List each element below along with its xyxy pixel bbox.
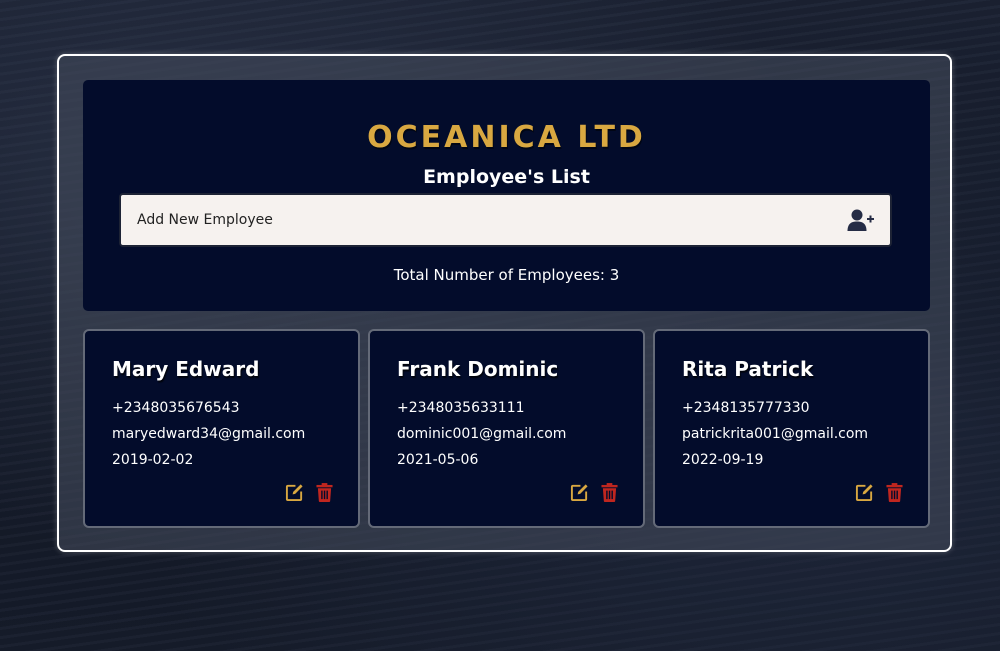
card-actions: [854, 482, 904, 502]
employee-phone: +2348135777330: [682, 400, 810, 416]
edit-icon[interactable]: [854, 482, 874, 502]
employee-name: Frank Dominic: [397, 357, 559, 381]
employee-email: patrickrita001@gmail.com: [682, 426, 869, 442]
employee-email: dominic001@gmail.com: [397, 426, 567, 442]
employee-name: Rita Patrick: [682, 357, 814, 381]
user-plus-icon[interactable]: [846, 207, 876, 233]
employee-count: Total Number of Employees: 3: [393, 266, 620, 284]
header-box: OCEANICA LTD Employee's List Total Numbe…: [83, 80, 930, 311]
employee-name: Mary Edward: [112, 357, 260, 381]
employee-date: 2022-09-19: [682, 452, 764, 468]
employee-card: Frank Dominic +2348035633111 dominic001@…: [368, 329, 645, 528]
employee-phone: +2348035633111: [397, 400, 525, 416]
employee-phone: +2348035676543: [112, 400, 240, 416]
trash-icon[interactable]: [599, 482, 619, 502]
employee-date: 2019-02-02: [112, 452, 194, 468]
employee-cards: Mary Edward +2348035676543 maryedward34@…: [83, 329, 930, 528]
employee-email: maryedward34@gmail.com: [112, 426, 306, 442]
edit-icon[interactable]: [569, 482, 589, 502]
card-actions: [284, 482, 334, 502]
employee-card: Mary Edward +2348035676543 maryedward34@…: [83, 329, 360, 528]
employee-date: 2021-05-06: [397, 452, 479, 468]
trash-icon[interactable]: [884, 482, 904, 502]
edit-icon[interactable]: [284, 482, 304, 502]
employee-card: Rita Patrick +2348135777330 patrickrita0…: [653, 329, 930, 528]
page-title: Employee's List: [423, 166, 590, 188]
card-actions: [569, 482, 619, 502]
main-panel: OCEANICA LTD Employee's List Total Numbe…: [57, 54, 952, 552]
trash-icon[interactable]: [314, 482, 334, 502]
company-name: OCEANICA LTD: [367, 120, 646, 155]
add-employee-bar: [119, 193, 892, 247]
add-employee-input[interactable]: [137, 212, 846, 228]
